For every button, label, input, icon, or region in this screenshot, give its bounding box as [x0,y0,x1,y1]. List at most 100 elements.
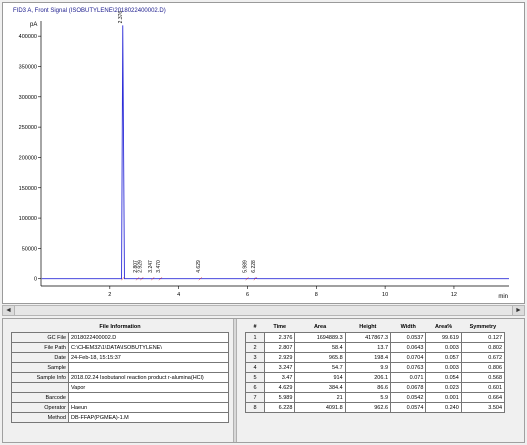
file-info-value: Haeun [68,402,229,413]
peak-table-cell: 58.4 [294,342,346,353]
y-tick-label: 100000 [19,216,37,222]
peak-table-cell: 0.0704 [390,352,427,363]
file-info-value: 24-Feb-18, 15:15:37 [68,352,229,363]
scroll-left-icon[interactable]: ◄ [3,306,15,315]
peak-table-row: 6 4.629 384.4 86.6 0.0678 0.023 0.601 [245,382,506,393]
y-tick-label: 200000 [19,155,37,161]
peak-table-cell: 0.601 [460,382,506,393]
file-information-title: File Information [99,324,141,330]
peak-table-cell: 54.7 [294,362,346,373]
file-info-row: Sample Info 2018.02.24 Isobutanol reactio… [11,372,229,383]
file-info-value [68,392,229,403]
scroll-right-icon[interactable]: ► [512,306,524,315]
peak-table-cell: 4.629 [263,382,296,393]
peak-table-row: 7 5.989 21 5.9 0.0542 0.001 0.664 [245,392,506,403]
peak-table-cell: 7 [245,392,265,403]
chromatogram-trace [41,25,509,280]
peak-table-cell: 1694889.3 [294,332,346,343]
peak-label: 3.470 [156,260,162,273]
peak-table-cell: 6 [245,382,265,393]
file-info-key: File Path [11,342,69,353]
peak-table-cell: 0.0542 [390,392,427,403]
x-tick-label: 10 [382,292,388,298]
file-info-row: Vapor [11,382,229,393]
file-info-row: Barcode [11,392,229,403]
peak-table-header: Width [400,324,416,330]
x-tick-label: 12 [451,292,457,298]
peak-table-row: 1 2.376 1694889.3 417867.3 0.0537 99.619 0.127 [245,332,506,343]
peak-table-cell: 4091.8 [294,402,346,413]
peak-table-row: 4 3.247 54.7 9.9 0.0763 0.003 0.806 [245,362,506,373]
peak-table-cell: 0.0643 [390,342,427,353]
y-tick-label: 0 [34,277,37,283]
peak-table-cell: 2.807 [263,342,296,353]
file-info-value: 2018022400002.D [68,332,229,343]
peak-label: 5.989 [243,260,249,273]
peak-table-cell: 1 [245,332,265,343]
peak-label: 6.228 [251,260,257,273]
file-info-key: Method [11,412,69,423]
file-info-key [11,382,69,393]
peak-table-header: Time [273,324,287,330]
peak-label: 4.629 [196,260,202,273]
peak-table-cell: 0.664 [460,392,506,403]
y-tick-label: 50000 [22,246,37,252]
peak-table-cell: 2 [245,342,265,353]
file-info-value: 2018.02.24 Isobutanol reaction product r… [68,372,229,383]
y-tick-label: 250000 [19,125,37,131]
peak-table-cell: 3 [245,352,265,363]
peak-table-row: 2 2.807 58.4 13.7 0.0643 0.003 0.802 [245,342,506,353]
peak-table-cell: 0.802 [460,342,506,353]
panel-divider[interactable] [233,319,237,442]
horizontal-scrollbar[interactable]: ◄ ► [2,305,525,316]
peak-table-cell: 21 [294,392,346,403]
peak-table-cell: 13.7 [344,342,392,353]
peak-table-header: Height [359,324,377,330]
peak-table-cell: 2.929 [263,352,296,363]
y-tick-label: 150000 [19,186,37,192]
peak-table-cell: 0.0678 [390,382,427,393]
y-axis-label: pA [30,22,37,28]
peak-label: 2.929 [137,260,143,273]
peak-table-cell: 0.672 [460,352,506,363]
peak-table-cell: 206.1 [344,372,392,383]
peak-table-cell: 5.9 [344,392,392,403]
peak-table-cell: 3.247 [263,362,296,373]
peak-table-cell: 8 [245,402,265,413]
peak-table-cell: 0.0763 [390,362,427,373]
peak-table-cell: 3.47 [263,372,296,383]
peak-label: 3.247 [148,260,154,273]
file-info-row: File Path C:\CHEM32\1\DATA\ISOBUTYLENE\ [11,342,229,353]
peak-table-header: Area [313,324,327,330]
file-info-key: GC File [11,332,69,343]
peak-table-row: 8 6.228 4091.8 962.6 0.0574 0.240 3.504 [245,402,506,413]
peak-table-header: Symmetry [469,324,497,330]
peak-table-cell: 962.6 [344,402,392,413]
chromatogram-panel: FID3 A, Front Signal (ISOBUTYLENE\201802… [2,2,525,304]
file-info-row: Operator Haeun [11,402,229,413]
x-axis-label: min [498,294,508,300]
peak-table-cell: 0.003 [425,362,462,373]
peak-table-cell: 965.8 [294,352,346,363]
file-info-key: Date [11,352,69,363]
peak-table-cell: 0.001 [425,392,462,403]
x-tick-label: 2 [108,292,111,298]
peak-table-cell: 0.023 [425,382,462,393]
peak-table-cell: 0.568 [460,372,506,383]
peak-table-cell: 914 [294,372,346,383]
peak-table-row: 5 3.47 914 206.1 0.071 0.054 0.568 [245,372,506,383]
peak-table-row: 3 2.929 965.8 198.4 0.0704 0.057 0.672 [245,352,506,363]
file-info-value [68,362,229,373]
file-info-value: DB-FFAP(PGMEA)-1.M [68,412,229,423]
peak-table-cell: 0.071 [390,372,427,383]
x-tick-label: 8 [315,292,318,298]
peak-table-cell: 6.228 [263,402,296,413]
y-tick-label: 350000 [19,64,37,70]
file-information-table: File Information GC File 2018022400002.D F… [11,322,229,423]
peak-table-cell: 0.0537 [390,332,427,343]
peak-table-cell: 0.806 [460,362,506,373]
file-info-row: Date 24-Feb-18, 15:15:37 [11,352,229,363]
peak-table-cell: 4 [245,362,265,373]
file-info-key: Operator [11,402,69,413]
chromatogram-chart: FID3 A, Front Signal (ISOBUTYLENE\201802… [13,8,509,300]
